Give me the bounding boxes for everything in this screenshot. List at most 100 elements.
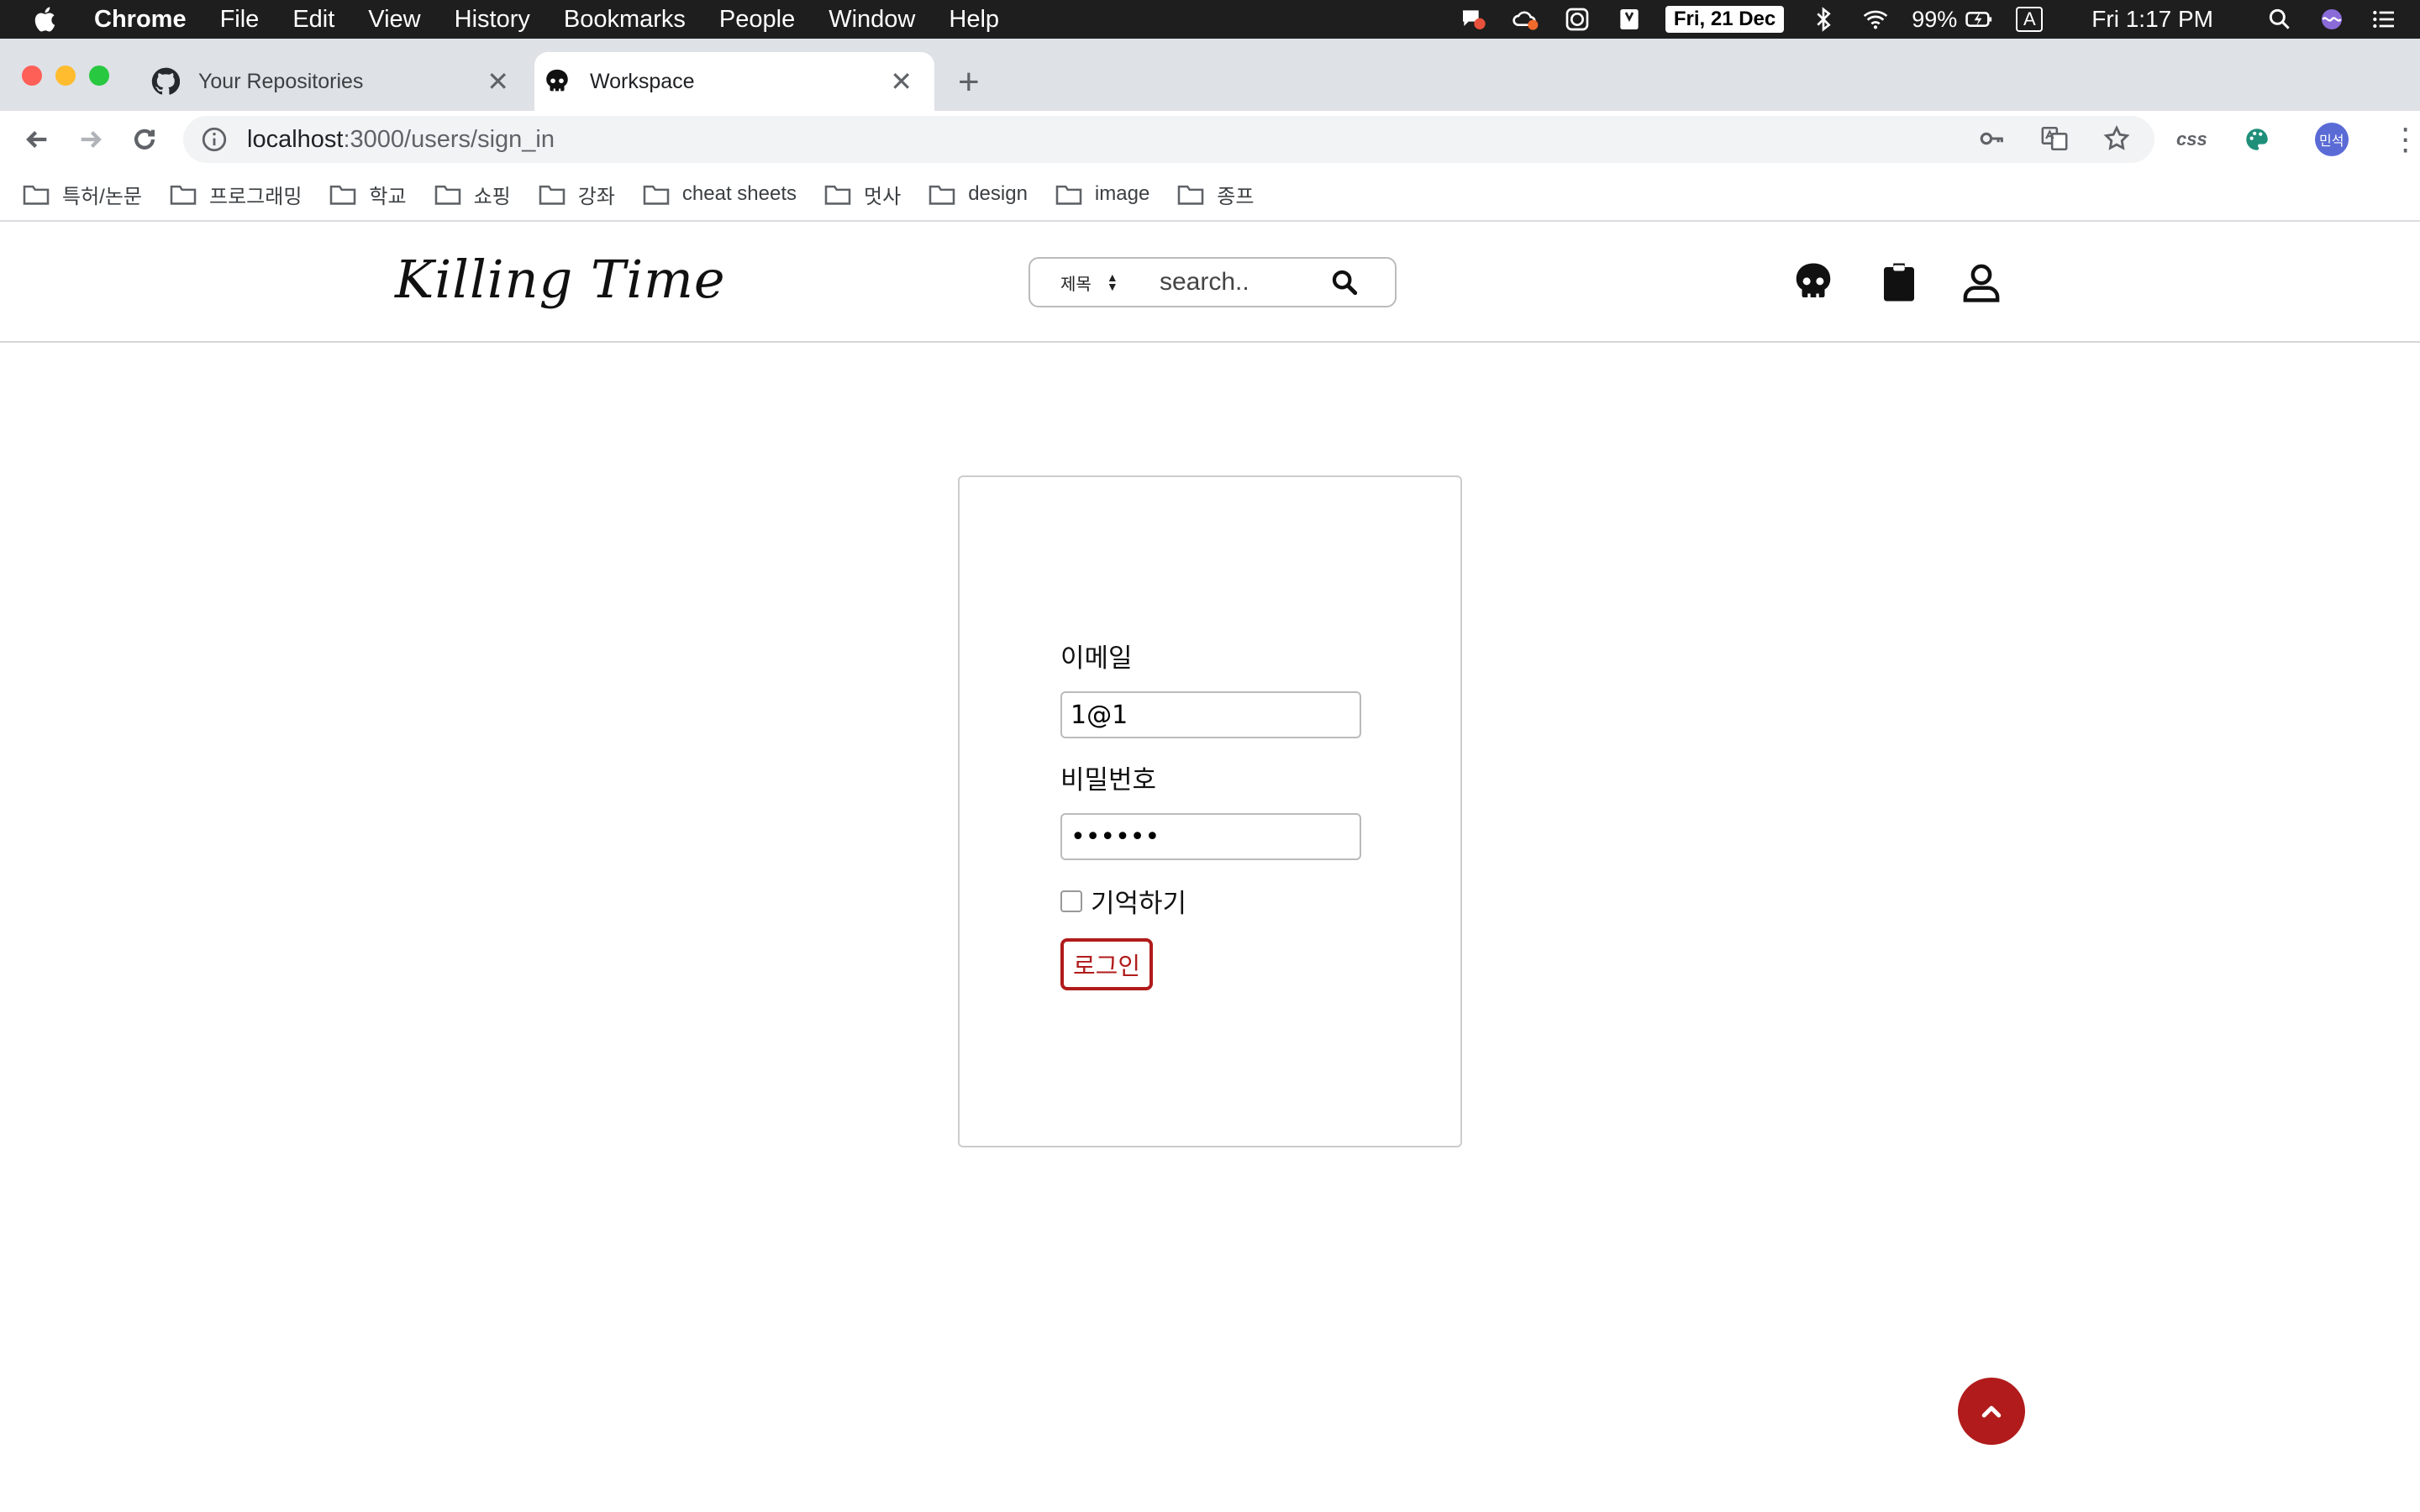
skull-nav-button[interactable] xyxy=(1788,257,1839,307)
tab-close-icon[interactable]: ✕ xyxy=(890,66,913,97)
macos-menubar: Chrome File Edit View History Bookmarks … xyxy=(0,0,2420,39)
apple-icon[interactable] xyxy=(32,5,60,34)
window-close-button[interactable] xyxy=(22,66,42,86)
password-label: 비밀번호 xyxy=(1060,765,1157,795)
arrow-right-icon xyxy=(81,130,102,149)
skull-icon xyxy=(546,69,568,92)
tab-title: Your Repositories xyxy=(198,69,364,93)
menu-view[interactable]: View xyxy=(368,6,420,34)
battery-charging-icon[interactable] xyxy=(1964,5,1996,34)
bookmark-folder[interactable]: 학교 xyxy=(329,180,407,209)
menu-window[interactable]: Window xyxy=(829,6,915,34)
menu-edit[interactable]: Edit xyxy=(292,6,334,34)
date-badge[interactable]: Fri, 21 Dec xyxy=(1665,6,1785,33)
search-select-value: 제목 xyxy=(1060,275,1092,294)
address-bar[interactable]: localhost:3000/users/sign_in xyxy=(183,116,2154,163)
arrow-left-icon xyxy=(26,130,47,149)
menu-bookmarks[interactable]: Bookmarks xyxy=(564,6,686,34)
bookmark-folder[interactable]: cheat sheets xyxy=(642,182,797,206)
login-button[interactable]: 로그인 xyxy=(1060,938,1153,990)
url-path: :3000/users/sign_in xyxy=(343,125,555,153)
tab-workspace[interactable]: Workspace ✕ xyxy=(534,52,934,111)
search-input[interactable] xyxy=(1160,268,1319,297)
url-host: localhost xyxy=(247,125,344,153)
site-header: Killing Time 제목 ▲ ▼ xyxy=(0,223,2420,343)
reload-button[interactable] xyxy=(128,123,161,156)
search-bar: 제목 ▲ ▼ xyxy=(1028,257,1397,307)
input-source[interactable]: A xyxy=(2016,7,2044,32)
login-form: 이메일 비밀번호 기억하기 로그인 xyxy=(1060,637,1363,990)
folder-icon xyxy=(434,185,460,205)
search-button[interactable] xyxy=(1328,265,1361,299)
wifi-icon[interactable] xyxy=(1860,5,1891,34)
bookmark-label: 프로그래밍 xyxy=(209,185,302,208)
bookmark-label: 강좌 xyxy=(577,185,615,208)
clipboard-nav-button[interactable] xyxy=(1874,257,1924,307)
translate-icon[interactable] xyxy=(2040,124,2069,153)
remember-me-label[interactable]: 기억하기 xyxy=(1091,882,1186,920)
folder-icon xyxy=(643,185,670,205)
folder-icon xyxy=(1178,185,1204,205)
bookmark-folder[interactable]: 멋사 xyxy=(823,180,901,209)
scroll-to-top-button[interactable] xyxy=(1958,1378,2025,1445)
key-icon[interactable] xyxy=(1978,124,2007,153)
css-extension-button[interactable]: css xyxy=(2176,129,2207,150)
remember-me-row: 기억하기 xyxy=(1060,882,1363,920)
menu-file[interactable]: File xyxy=(220,6,260,34)
folder-icon xyxy=(23,185,50,205)
bookmark-label: design xyxy=(968,182,1028,205)
bookmark-folder[interactable]: 종프 xyxy=(1176,180,1254,209)
bookmark-app-icon[interactable] xyxy=(1613,5,1645,34)
forward-button[interactable] xyxy=(74,123,108,156)
cloud-sync-icon[interactable] xyxy=(1509,5,1541,34)
aperture-icon[interactable] xyxy=(1561,5,1593,34)
star-icon[interactable] xyxy=(2102,124,2131,153)
login-card: 이메일 비밀번호 기억하기 로그인 xyxy=(958,475,1462,1147)
bookmark-folder[interactable]: image xyxy=(1055,182,1150,206)
chevron-up-icon xyxy=(1981,1405,2002,1418)
remember-me-checkbox[interactable] xyxy=(1060,890,1082,912)
skull-icon xyxy=(1796,263,1831,297)
menu-app-name[interactable]: Chrome xyxy=(94,6,187,34)
folder-icon xyxy=(170,185,197,205)
menu-people[interactable]: People xyxy=(719,6,795,34)
battery-percent: 99% xyxy=(1912,6,1958,32)
bookmark-folder[interactable]: 쇼핑 xyxy=(434,180,511,209)
clock[interactable]: Fri 1:17 PM xyxy=(2091,6,2213,33)
window-zoom-button[interactable] xyxy=(89,66,109,86)
site-logo[interactable]: Killing Time xyxy=(395,249,726,310)
tab-close-icon[interactable]: ✕ xyxy=(487,66,509,97)
search-field-select[interactable]: 제목 ▲ ▼ xyxy=(1060,270,1144,295)
user-nav-button[interactable] xyxy=(1956,257,2007,307)
profile-avatar[interactable]: 민석 xyxy=(2314,123,2349,156)
notification-center-icon[interactable] xyxy=(2368,5,2400,34)
bluetooth-icon[interactable] xyxy=(1807,5,1839,34)
new-tab-button[interactable]: + xyxy=(958,64,980,101)
info-icon[interactable] xyxy=(200,125,229,154)
tab-title: Workspace xyxy=(590,69,695,93)
bookmark-label: 종프 xyxy=(1217,185,1255,208)
bookmark-folder[interactable]: 특허/논문 xyxy=(22,180,142,209)
password-field[interactable] xyxy=(1060,813,1361,860)
folder-icon xyxy=(330,185,356,205)
spotlight-search-icon[interactable] xyxy=(2264,5,2296,34)
chat-notification-icon[interactable] xyxy=(1457,5,1489,34)
reload-icon xyxy=(134,129,155,150)
tab-your-repositories[interactable]: Your Repositories ✕ xyxy=(143,52,531,111)
bookmark-folder[interactable]: design xyxy=(928,182,1028,206)
select-arrows-icon: ▲ ▼ xyxy=(1106,270,1118,293)
github-icon xyxy=(151,67,180,95)
chrome-menu-icon[interactable]: ⋮ xyxy=(2391,124,2420,155)
palette-icon[interactable] xyxy=(2243,125,2271,154)
window-minimize-button[interactable] xyxy=(55,66,76,86)
siri-icon[interactable] xyxy=(2316,5,2348,34)
menu-history[interactable]: History xyxy=(455,6,530,34)
bookmark-folder[interactable]: 프로그래밍 xyxy=(169,180,302,209)
url-text[interactable]: localhost:3000/users/sign_in xyxy=(247,126,555,154)
bookmark-folder[interactable]: 강좌 xyxy=(538,180,615,209)
back-button[interactable] xyxy=(20,123,54,156)
bookmarks-bar: 특허/논문 프로그래밍 학교 쇼핑 강좌 cheat sheets 멋사 des… xyxy=(0,168,2420,222)
menu-help[interactable]: Help xyxy=(949,6,999,34)
bookmark-label: 멋사 xyxy=(864,185,902,208)
email-field[interactable] xyxy=(1060,691,1361,738)
